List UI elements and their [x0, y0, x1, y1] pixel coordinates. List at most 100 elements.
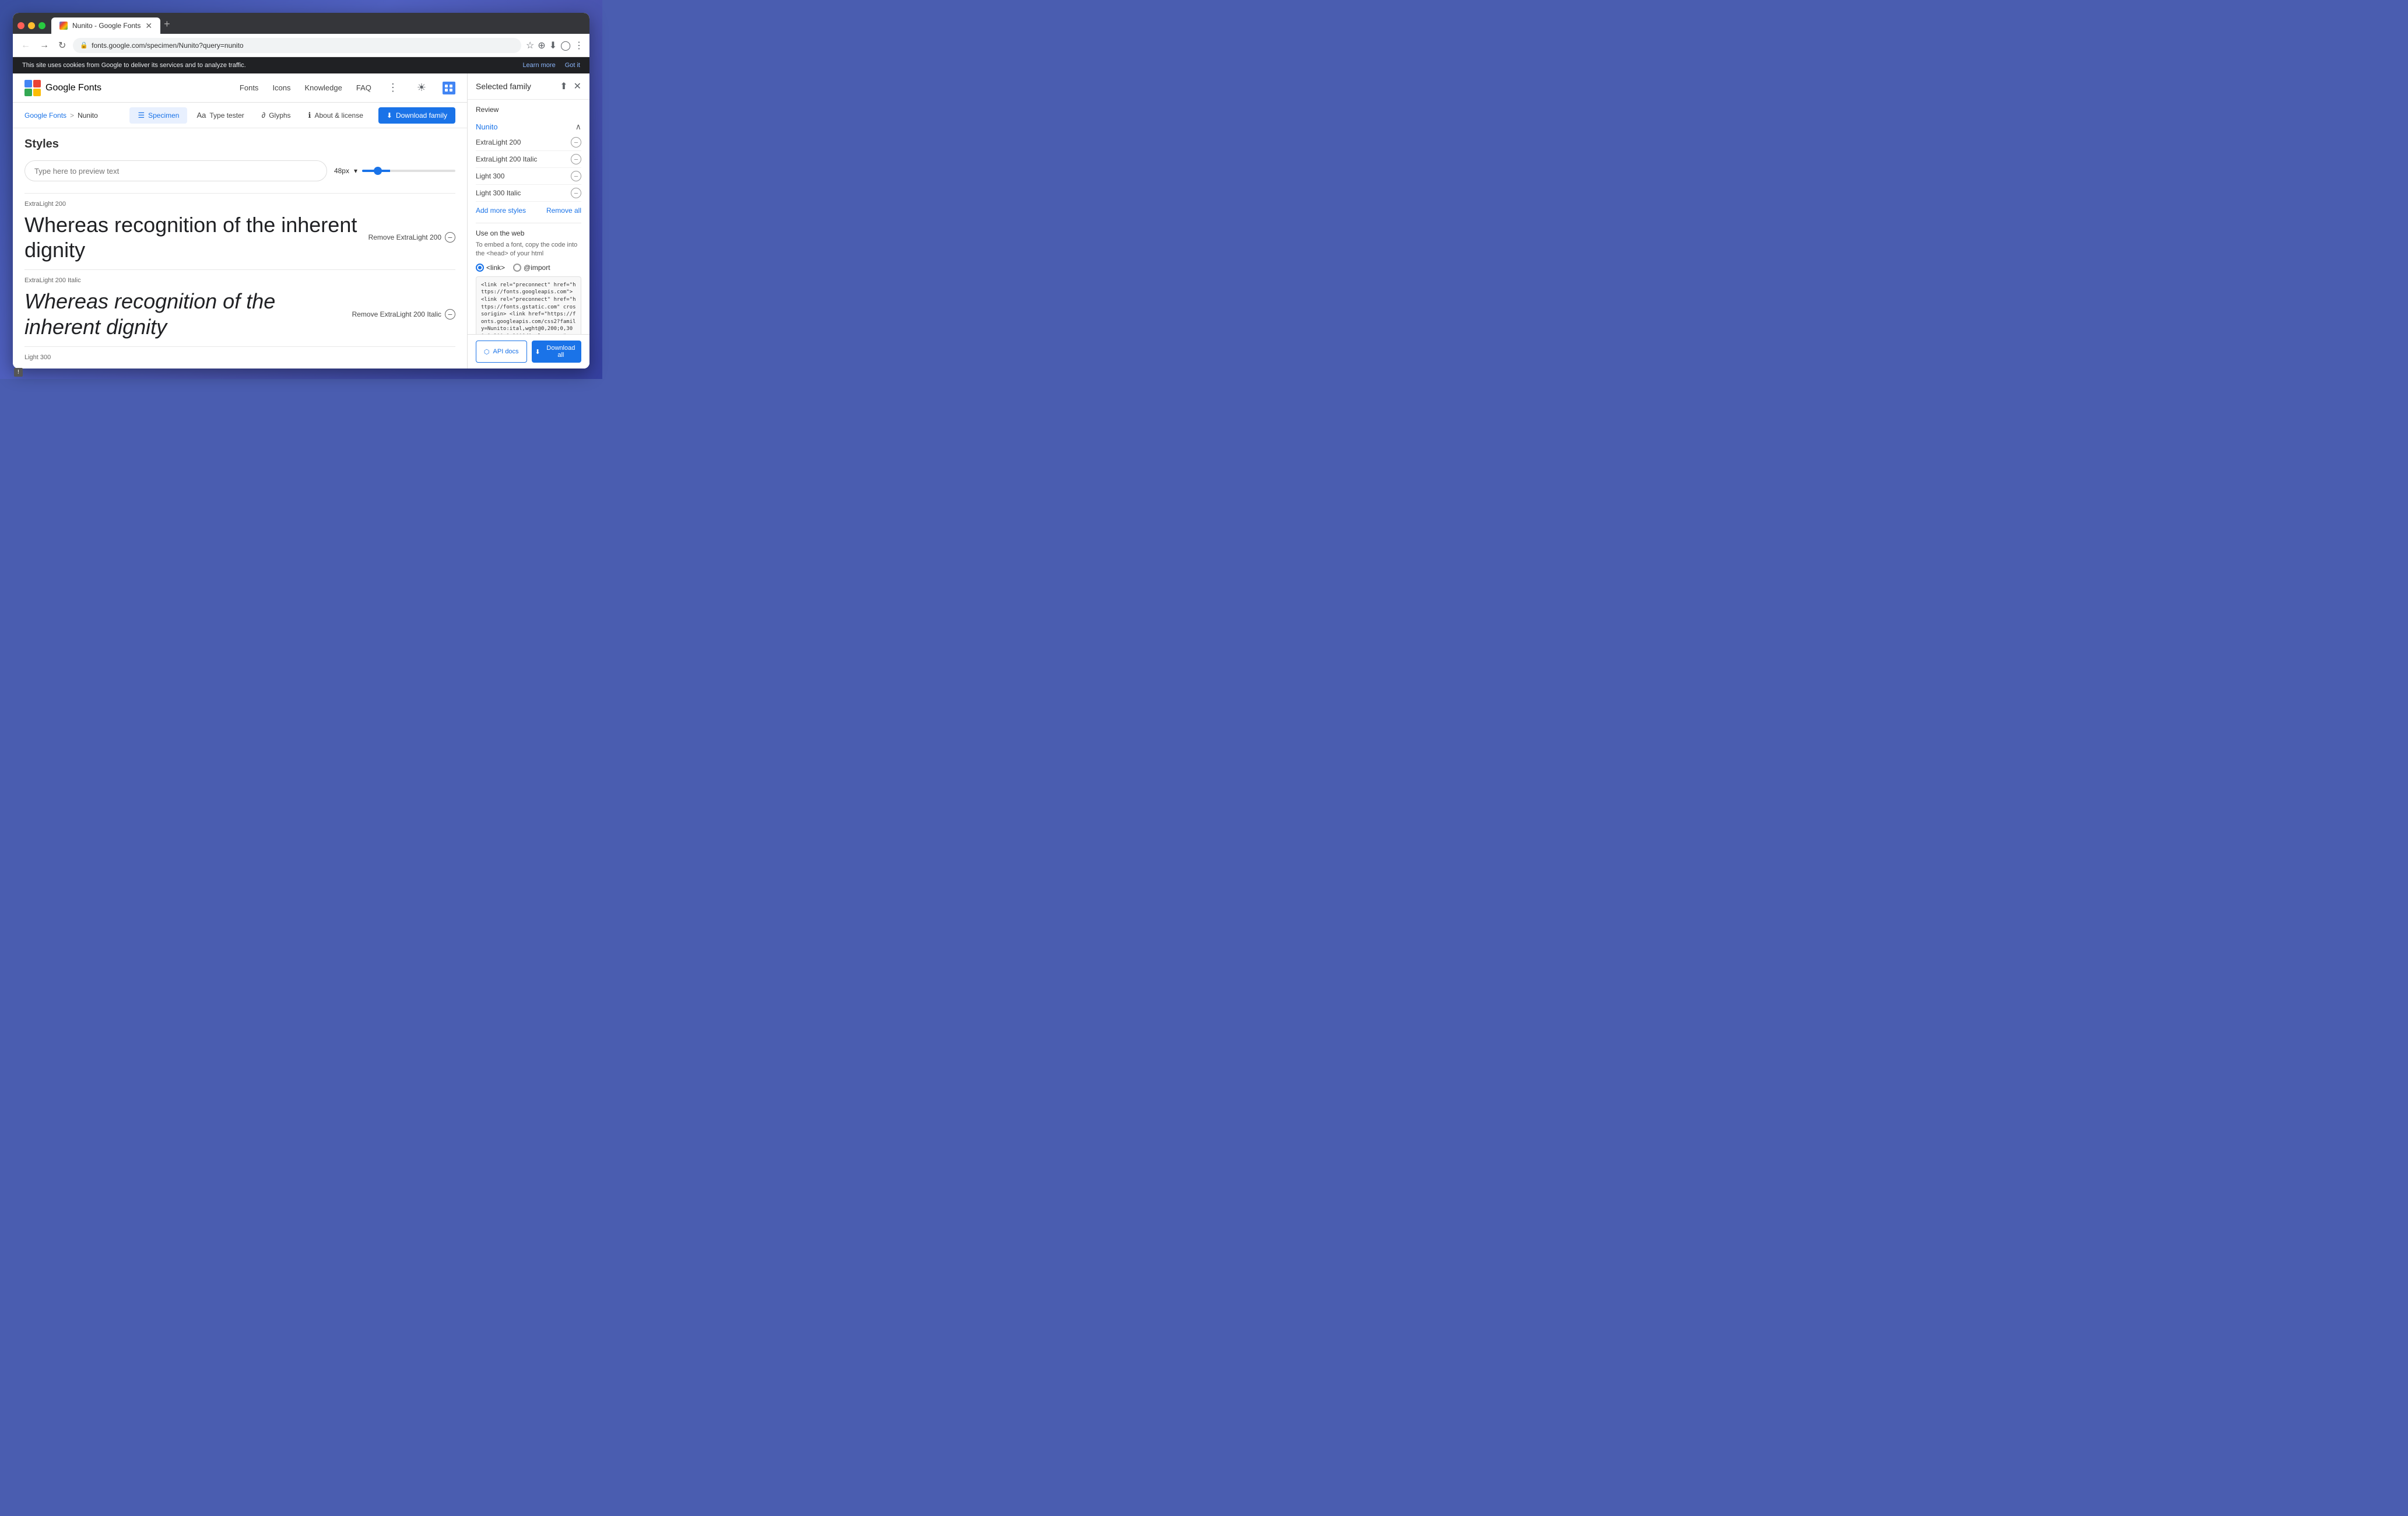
nav-fonts[interactable]: Fonts: [240, 83, 259, 92]
nav-faq[interactable]: FAQ: [356, 83, 371, 92]
link-option-label: <link>: [486, 264, 505, 272]
api-docs-button[interactable]: ⬡ API docs: [476, 341, 527, 363]
preview-controls: 48px ▾: [24, 160, 455, 181]
minimize-traffic-light[interactable]: [28, 22, 35, 29]
family-chevron-icon: ∧: [575, 122, 581, 132]
download-family-button[interactable]: ⬇ Download family: [378, 107, 455, 124]
refresh-button[interactable]: ↻: [56, 37, 68, 54]
download-icon: ⬇: [387, 111, 392, 120]
breadcrumb-separator: >: [70, 111, 74, 120]
url-bar[interactable]: 🔒 fonts.google.com/specimen/Nunito?query…: [73, 38, 521, 53]
font-size-slider[interactable]: [362, 170, 455, 172]
close-traffic-light[interactable]: [17, 22, 24, 29]
code-block: <link rel="preconnect" href="https://fon…: [476, 276, 581, 334]
extensions-icon[interactable]: ⊕: [538, 40, 545, 51]
family-name: Nunito: [476, 122, 498, 131]
got-it-link[interactable]: Got it: [565, 62, 580, 69]
menu-icon[interactable]: ⋮: [574, 40, 584, 51]
tab-about[interactable]: ℹ About & license: [300, 107, 371, 124]
about-icon: ℹ: [308, 111, 311, 120]
tab-specimen-label: Specimen: [148, 111, 179, 120]
font-preview-row-el200i: Whereas recognition of the inherent dign…: [24, 289, 455, 339]
nav-knowledge[interactable]: Knowledge: [305, 83, 342, 92]
google-fonts-logo[interactable]: Google Fonts: [24, 80, 101, 96]
font-preview-row-el200: Whereas recognition of the inherent dign…: [24, 212, 455, 262]
active-tab[interactable]: Nunito - Google Fonts ✕: [51, 17, 160, 34]
style-item-el200i: ExtraLight 200 Italic −: [476, 151, 581, 168]
new-tab-button[interactable]: +: [164, 18, 170, 30]
cookie-message: This site uses cookies from Google to de…: [22, 62, 246, 69]
font-size-value: 48px: [334, 167, 349, 175]
logo-text: Google Fonts: [45, 83, 101, 93]
tab-title: Nunito - Google Fonts: [72, 22, 141, 30]
api-docs-label: API docs: [493, 348, 519, 355]
link-option[interactable]: <link>: [476, 264, 505, 272]
preview-input[interactable]: [24, 160, 327, 181]
remove-extralight200italic-button[interactable]: Remove ExtraLight 200 Italic −: [352, 309, 455, 320]
font-size-dropdown-icon[interactable]: ▾: [354, 167, 357, 175]
download-icon[interactable]: ⬇: [549, 40, 557, 51]
forward-button[interactable]: →: [37, 38, 51, 53]
remove-style-l300-button[interactable]: −: [571, 171, 581, 181]
breadcrumb-current: Nunito: [78, 111, 98, 120]
panel-body: Review Nunito ∧ ExtraLight 200 − ExtraLi…: [468, 100, 589, 334]
font-style-row-extralight200italic: ExtraLight 200 Italic Whereas recognitio…: [24, 269, 455, 346]
add-more-styles-link[interactable]: Add more styles: [476, 206, 526, 215]
download-all-button[interactable]: ⬇ Download all: [532, 341, 582, 363]
import-option[interactable]: @import: [513, 264, 550, 272]
profile-icon[interactable]: ◯: [560, 40, 571, 51]
tab-bar: Nunito - Google Fonts ✕ +: [13, 13, 589, 34]
panel-title: Selected family: [476, 82, 560, 91]
style-l300i-name: Light 300 Italic: [476, 189, 521, 197]
gf-logo-svg: [24, 80, 41, 96]
feedback-button[interactable]: !: [14, 368, 23, 377]
code-snippet: <link rel="preconnect" href="https://fon…: [481, 282, 576, 334]
cookie-actions: Learn more Got it: [522, 62, 580, 69]
more-options-icon[interactable]: ⋮: [385, 79, 401, 96]
style-item-l300i: Light 300 Italic −: [476, 185, 581, 202]
fonts-content: Google Fonts Fonts Icons Knowledge FAQ ⋮…: [13, 73, 467, 369]
tab-specimen[interactable]: ☰ Specimen: [129, 107, 187, 124]
family-header[interactable]: Nunito ∧: [476, 120, 581, 134]
link-radio[interactable]: [476, 264, 484, 272]
back-button[interactable]: ←: [19, 38, 33, 53]
grid-dot: [450, 89, 452, 92]
traffic-lights: [17, 22, 45, 29]
remove-all-link[interactable]: Remove all: [546, 206, 581, 215]
add-remove-styles-row: Add more styles Remove all: [476, 202, 581, 217]
share-icon[interactable]: ⬆: [560, 80, 567, 92]
remove-el200i-label: Remove ExtraLight 200 Italic: [352, 310, 441, 318]
browser-toolbar-icons: ☆ ⊕ ⬇ ◯ ⋮: [526, 40, 584, 51]
import-radio[interactable]: [513, 264, 521, 272]
tab-close-button[interactable]: ✕: [145, 21, 152, 31]
cookie-bar: This site uses cookies from Google to de…: [13, 57, 589, 73]
remove-style-el200i-button[interactable]: −: [571, 154, 581, 164]
tab-type-tester[interactable]: Aa Type tester: [188, 107, 252, 123]
panel-footer: ⬡ API docs ⬇ Download all: [468, 334, 589, 369]
style-el200-name: ExtraLight 200: [476, 138, 521, 146]
glyphs-icon: ∂: [262, 111, 265, 120]
font-style-label-l300: Light 300: [24, 354, 455, 361]
remove-el200i-icon: −: [445, 309, 455, 320]
breadcrumb-parent[interactable]: Google Fonts: [24, 111, 66, 120]
browser-window: Nunito - Google Fonts ✕ + ← → ↻ 🔒 fonts.…: [13, 13, 589, 369]
top-nav: Google Fonts Fonts Icons Knowledge FAQ ⋮…: [13, 73, 467, 103]
family-section: Nunito ∧ ExtraLight 200 − ExtraLight 200…: [476, 120, 581, 217]
font-style-row-extralight200: ExtraLight 200 Whereas recognition of th…: [24, 193, 455, 269]
close-panel-icon[interactable]: ✕: [574, 80, 581, 92]
apps-menu-button[interactable]: [443, 82, 455, 94]
tab-glyphs[interactable]: ∂ Glyphs: [254, 107, 299, 123]
remove-style-l300i-button[interactable]: −: [571, 188, 581, 198]
panel-header: Selected family ⬆ ✕: [468, 73, 589, 100]
theme-toggle-icon[interactable]: ☀: [415, 79, 429, 96]
maximize-traffic-light[interactable]: [38, 22, 45, 29]
type-tester-icon: Aa: [196, 111, 206, 120]
learn-more-link[interactable]: Learn more: [522, 62, 555, 69]
nav-icons[interactable]: Icons: [272, 83, 290, 92]
remove-extralight200-button[interactable]: Remove ExtraLight 200 −: [368, 232, 455, 243]
font-preview-text-l300: Whereas recognition of the inherent dign…: [24, 366, 385, 369]
font-style-row-light300: Light 300 Whereas recognition of the inh…: [24, 346, 455, 369]
remove-style-el200-button[interactable]: −: [571, 137, 581, 148]
bookmark-icon[interactable]: ☆: [526, 40, 534, 51]
download-family-label: Download family: [396, 111, 447, 120]
